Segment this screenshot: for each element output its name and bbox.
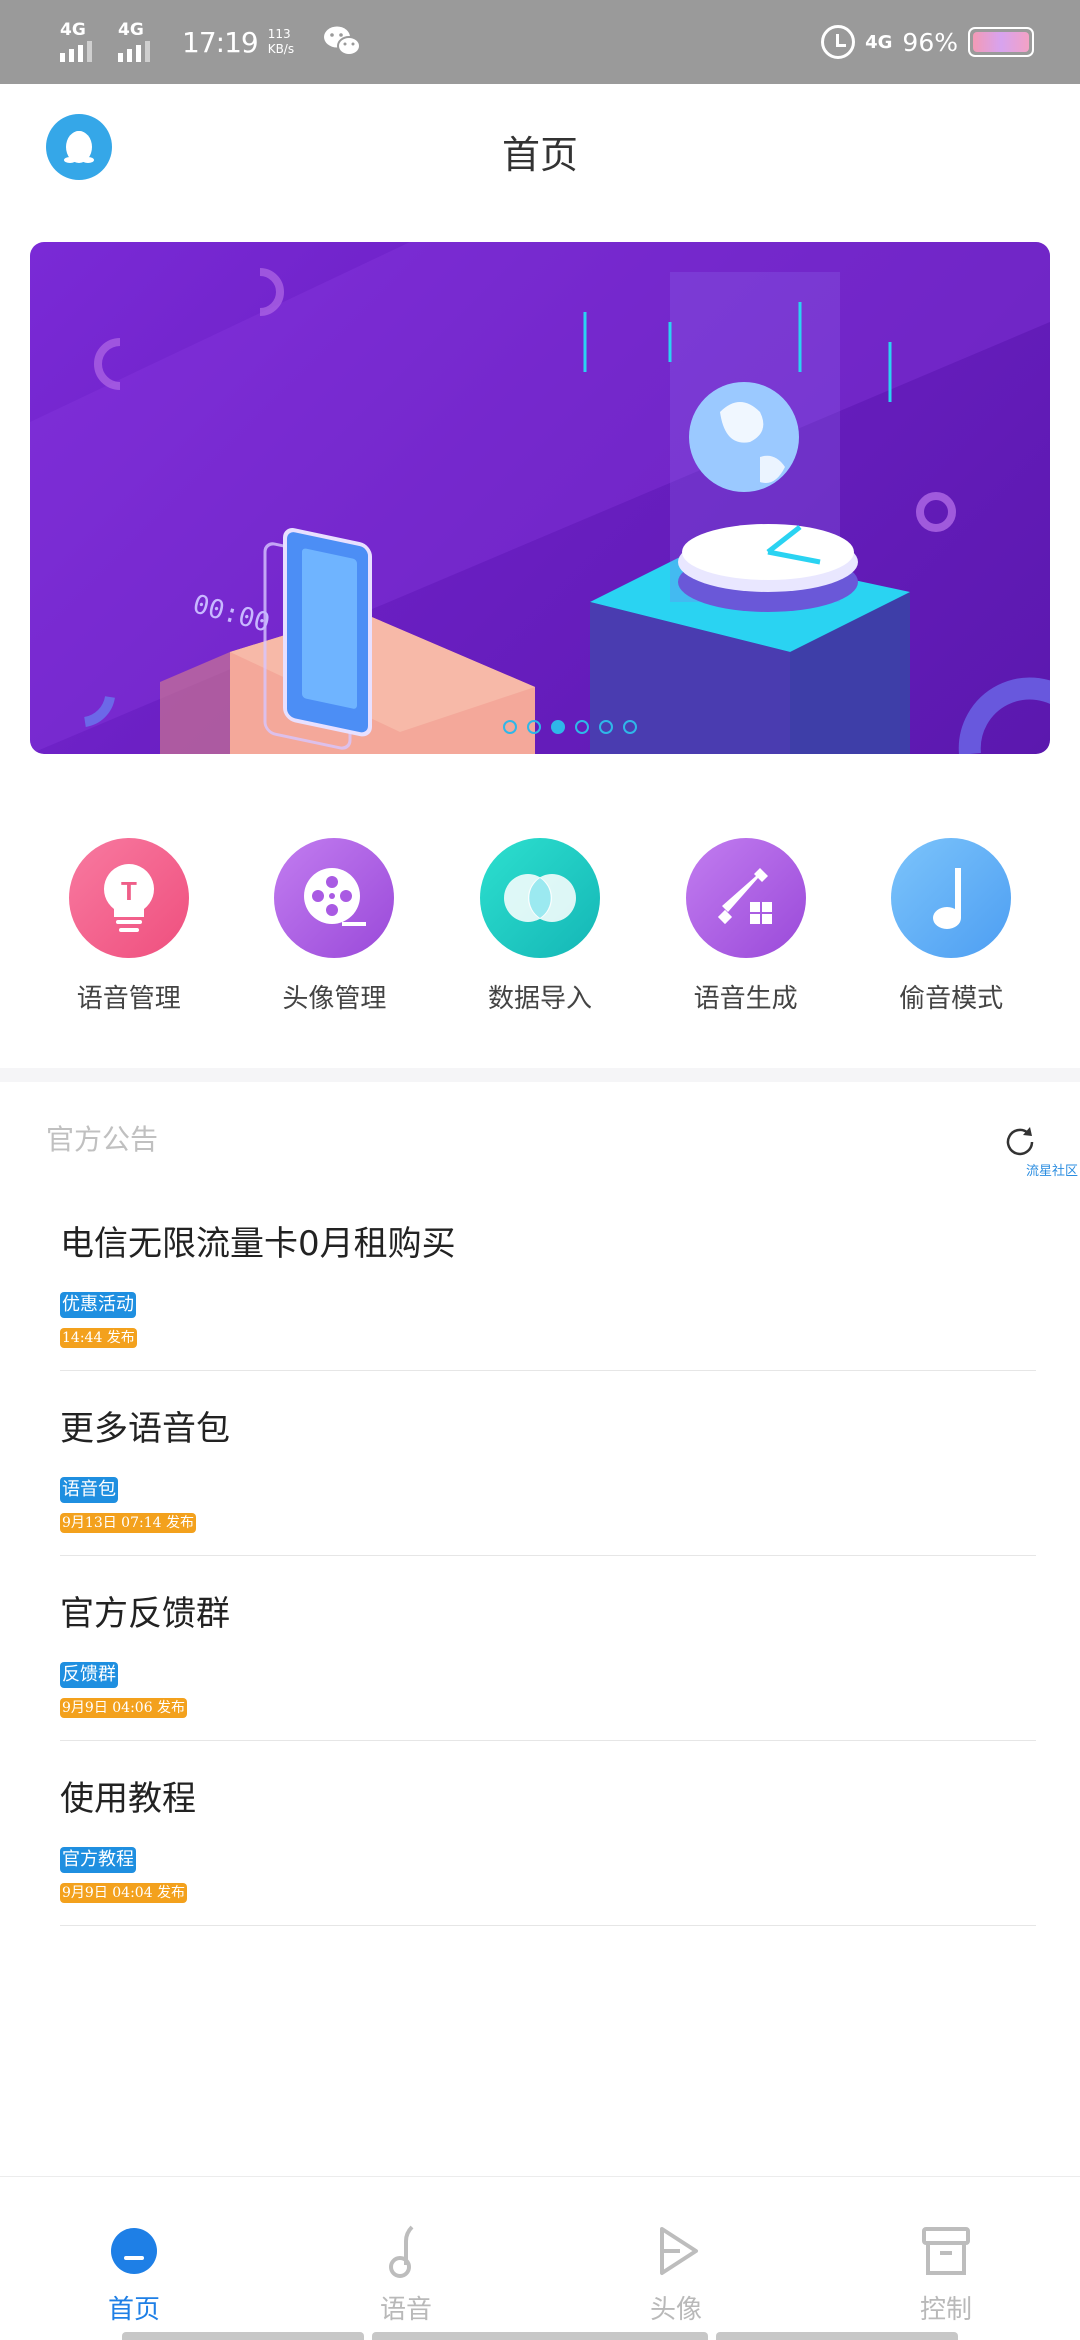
action-circle [479,838,600,958]
signal-strength-icon: 4G [116,20,168,64]
voice-management-button[interactable]: T 语音管理 [49,838,209,1028]
tab-label: 控制 [919,2295,972,2325]
tab-label: 头像 [649,2295,702,2325]
network-speed-unit: KB/s [267,42,295,56]
announcement-item[interactable]: 使用教程 官方教程 9月9日 04:04 发布 [60,1741,1036,1926]
tab-home[interactable]: 首页 [74,2221,194,2326]
announcement-item[interactable]: 电信无限流量卡0月租购买 优惠活动 14:44 发布 [60,1186,1036,1371]
archive-icon [922,2227,970,2275]
tools-icon [717,868,772,925]
category-tag: 官方教程 [60,1847,136,1873]
action-label: 偷音模式 [899,984,1004,1014]
music-note-icon [933,868,962,929]
carousel-dot[interactable] [551,720,565,734]
carousel-dot[interactable] [575,720,589,734]
lightbulb-icon: T [103,864,154,932]
banner-carousel[interactable]: 00:00 [30,242,1050,754]
data-import-button[interactable]: 数据导入 [460,838,620,1028]
app-header: 首页 [0,84,1080,212]
action-circle [685,838,806,958]
carousel-dot[interactable] [503,720,517,734]
gesture-bar [372,2332,708,2340]
announcement-item[interactable]: 官方反馈群 反馈群 9月9日 04:06 发布 [60,1556,1036,1741]
status-bar: 4G 4G 17:19 113 KB/s 4G 96% [0,0,1080,84]
network-speed: 113 KB/s [268,27,294,57]
carousel-dot[interactable] [623,720,637,734]
home-icon [111,2228,157,2274]
tab-label: 语音 [379,2295,432,2325]
carousel-dot[interactable] [599,720,613,734]
announcements-heading: 官方公告 [46,1123,159,1156]
action-label: 头像管理 [282,984,387,1014]
banner-illustration: 00:00 [30,242,1050,754]
announcement-title: 电信无限流量卡0月租购买 [60,1224,456,1264]
community-link[interactable]: 流星社区 [1026,1160,1078,1179]
bottom-navigation: 首页 语音 头像 控制 [0,2176,1080,2340]
category-tag: 优惠活动 [60,1292,136,1318]
avatar-management-button[interactable]: 头像管理 [254,838,414,1028]
publish-time: 9月9日 04:04 发布 [60,1883,188,1903]
category-tag: 反馈群 [60,1662,118,1688]
tab-label: 首页 [107,2295,160,2325]
battery-percent: 96% [902,27,958,57]
sim2-network-label: 4G [118,20,144,40]
refresh-icon[interactable] [1002,1124,1038,1160]
network-speed-value: 113 [267,27,291,41]
section-divider [0,1068,1080,1082]
signal-strength-icon: 4G [58,20,110,64]
carousel-indicators [30,720,1050,734]
tab-control[interactable]: 控制 [886,2221,1006,2326]
svg-text:T: T [121,876,137,906]
clock: 17:19 [182,25,259,59]
film-reel-icon [304,868,367,926]
carousel-dot[interactable] [527,720,541,734]
gesture-bar [716,2332,958,2340]
announcement-title: 官方反馈群 [60,1594,230,1634]
gesture-bar [122,2332,364,2340]
publish-time: 9月13日 07:14 发布 [60,1513,196,1533]
play-icon [660,2227,698,2275]
publish-time: 14:44 发布 [60,1328,137,1348]
announcement-title: 使用教程 [60,1779,196,1819]
wechat-icon [324,26,362,56]
voice-generation-button[interactable]: 语音生成 [666,838,826,1028]
action-label: 语音生成 [693,984,798,1014]
category-tag: 语音包 [60,1477,118,1503]
tab-avatar[interactable]: 头像 [616,2221,736,2326]
page-title: 首页 [501,133,578,177]
action-label: 数据导入 [487,984,592,1014]
announcement-list: 电信无限流量卡0月租购买 优惠活动 14:44 发布 更多语音包 语音包 9月1… [60,1186,1036,1926]
alarm-icon [821,25,856,59]
music-note-icon [389,2225,414,2278]
sound-capture-mode-button[interactable]: 偷音模式 [871,838,1031,1028]
battery-icon [968,27,1034,57]
publish-time: 9月9日 04:06 发布 [60,1698,188,1718]
overlap-circles-icon [503,874,576,922]
tab-voice[interactable]: 语音 [346,2221,466,2326]
action-circle [274,838,395,958]
announcement-item[interactable]: 更多语音包 语音包 9月13日 07:14 发布 [60,1371,1036,1556]
quick-actions: T 语音管理 头像管理 数据导入 语音生成 偷音模式 [0,838,1080,1028]
action-label: 语音管理 [76,984,181,1014]
announcement-title: 更多语音包 [60,1409,230,1449]
action-circle: T [68,838,189,958]
action-circle [891,838,1012,958]
sim1-network-label: 4G [60,20,86,40]
network-type-label: 4G [865,31,893,53]
